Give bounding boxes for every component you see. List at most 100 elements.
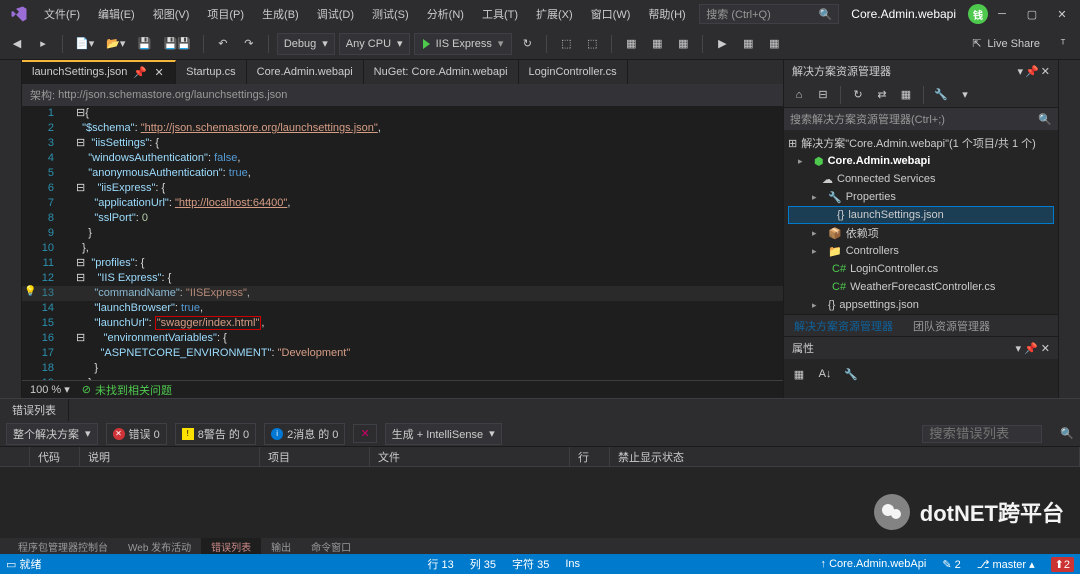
errors-filter[interactable]: ✕错误 0 [106, 423, 167, 445]
properties-node[interactable]: ▸🔧Properties [784, 188, 1058, 206]
project-node[interactable]: ▸⬢Core.Admin.webapi [784, 152, 1058, 170]
minimize-button[interactable]: ─ [988, 2, 1016, 26]
tab-nuget[interactable]: NuGet: Core.Admin.webapi [364, 60, 519, 84]
col-file[interactable]: 文件 [370, 447, 570, 466]
controllers-folder[interactable]: ▸📁Controllers [784, 242, 1058, 260]
pin-icon[interactable]: ▾ 📌 ✕ [1015, 342, 1050, 355]
scope-dropdown[interactable]: 整个解决方案▾ [6, 423, 98, 445]
status-pending[interactable]: ✎ 2 [942, 558, 960, 571]
status-sync[interactable]: ⬆2 [1051, 557, 1074, 572]
col-project[interactable]: 项目 [260, 447, 370, 466]
panel-dropdown-icon[interactable]: ▾ [1018, 65, 1024, 78]
tb-icon-6[interactable]: ▶ [711, 33, 733, 55]
live-share[interactable]: ⇱Live Share [972, 37, 1040, 50]
menu-file[interactable]: 文件(F) [36, 2, 88, 26]
status-publish[interactable]: ↑ Core.Admin.webApi [821, 558, 927, 570]
tb-icon-7[interactable]: ▦ [737, 33, 759, 55]
platform-dropdown[interactable]: Any CPU▾ [339, 33, 410, 55]
menu-analyze[interactable]: 分析(N) [419, 2, 472, 26]
messages-filter[interactable]: i2消息 的 0 [264, 423, 345, 445]
tb-icon-3[interactable]: ▦ [620, 33, 642, 55]
tab-webapi[interactable]: Core.Admin.webapi [247, 60, 364, 84]
col-icon[interactable] [0, 447, 30, 466]
tab-package-console[interactable]: 程序包管理器控制台 [8, 538, 118, 554]
tab-startup[interactable]: Startup.cs [176, 60, 247, 84]
menu-help[interactable]: 帮助(H) [640, 2, 693, 26]
col-code[interactable]: 代码 [30, 447, 80, 466]
tab-team-explorer[interactable]: 团队资源管理器 [903, 315, 1000, 336]
search-icon[interactable]: 🔍 [1060, 427, 1074, 440]
solution-search[interactable]: 搜索解决方案资源管理器(Ctrl+;)🔍 [784, 108, 1058, 130]
col-line[interactable]: 行 [570, 447, 610, 466]
save-button[interactable]: 💾 [133, 33, 155, 55]
col-suppress[interactable]: 禁止显示状态 [610, 447, 1080, 466]
preview-icon[interactable]: ▾ [954, 84, 976, 106]
tab-solution-explorer[interactable]: 解决方案资源管理器 [784, 315, 903, 336]
new-project-button[interactable]: 📄▾ [71, 33, 98, 55]
feedback-button[interactable]: ᵀ [1052, 33, 1074, 55]
lightbulb-icon[interactable]: 💡 [24, 286, 36, 298]
refresh-button[interactable]: ↻ [516, 33, 538, 55]
config-dropdown[interactable]: Debug▾ [277, 33, 335, 55]
tab-error-list[interactable]: 错误列表 [201, 538, 261, 554]
error-search[interactable] [922, 425, 1042, 443]
tab-login[interactable]: LoginController.cs [519, 60, 628, 84]
fold-column[interactable] [62, 106, 76, 380]
solution-node[interactable]: ⊞解决方案"Core.Admin.webapi"(1 个项目/共 1 个) [784, 134, 1058, 152]
appsettings-file[interactable]: ▸{}appsettings.json [784, 296, 1058, 314]
nav-back-button[interactable]: ◀ [6, 33, 28, 55]
props-icon[interactable]: 🔧 [840, 363, 862, 385]
tb-icon-4[interactable]: ▦ [646, 33, 668, 55]
global-search[interactable]: 搜索 (Ctrl+Q) 🔍 [699, 4, 839, 24]
weather-controller-file[interactable]: C#WeatherForecastController.cs [784, 278, 1058, 296]
menu-project[interactable]: 项目(P) [199, 2, 252, 26]
build-filter[interactable]: ✕ [353, 424, 376, 443]
close-button[interactable]: ✕ [1048, 2, 1076, 26]
menu-extensions[interactable]: 扩展(X) [528, 2, 581, 26]
pin-icon[interactable]: 📌 [133, 66, 147, 79]
save-all-button[interactable]: 💾💾 [159, 33, 194, 55]
dependencies-node[interactable]: ▸📦依赖项 [784, 224, 1058, 242]
status-branch[interactable]: ⎇ master ▴ [977, 558, 1035, 571]
no-issues-indicator[interactable]: ⊘未找到相关问题 [82, 382, 172, 398]
nav-forward-button[interactable]: ▸ [32, 33, 54, 55]
code-content[interactable]: ⊟{ "$schema": "http://json.schemastore.o… [76, 106, 783, 380]
run-button[interactable]: IIS Express▾ [414, 33, 513, 55]
properties-icon[interactable]: 🔧 [930, 84, 952, 106]
tb-icon-8[interactable]: ▦ [763, 33, 785, 55]
col-desc[interactable]: 说明 [80, 447, 260, 466]
tb-icon-5[interactable]: ▦ [672, 33, 694, 55]
zoom-dropdown[interactable]: 100 % ▾ [30, 383, 70, 396]
refresh-icon[interactable]: ↻ [847, 84, 869, 106]
tab-launchsettings[interactable]: launchSettings.json📌✕ [22, 60, 176, 84]
collapse-icon[interactable]: ⊟ [812, 84, 834, 106]
menu-window[interactable]: 窗口(W) [583, 2, 639, 26]
connected-services-node[interactable]: ☁Connected Services [784, 170, 1058, 188]
maximize-button[interactable]: ▢ [1018, 2, 1046, 26]
menu-build[interactable]: 生成(B) [254, 2, 307, 26]
menu-test[interactable]: 测试(S) [364, 2, 417, 26]
login-controller-file[interactable]: C#LoginController.cs [784, 260, 1058, 278]
sync-icon[interactable]: ⇄ [871, 84, 893, 106]
tb-icon-1[interactable]: ⬚ [555, 33, 577, 55]
undo-button[interactable]: ↶ [212, 33, 234, 55]
menu-tools[interactable]: 工具(T) [474, 2, 526, 26]
redo-button[interactable]: ↷ [238, 33, 260, 55]
source-dropdown[interactable]: 生成 + IntelliSense▾ [385, 423, 502, 445]
alpha-icon[interactable]: A↓ [814, 363, 836, 385]
menu-edit[interactable]: 编辑(E) [90, 2, 143, 26]
tab-command-window[interactable]: 命令窗口 [301, 538, 361, 554]
pin-icon[interactable]: 📌 [1025, 65, 1039, 78]
categorize-icon[interactable]: ▦ [788, 363, 810, 385]
tb-icon-2[interactable]: ⬚ [581, 33, 603, 55]
open-button[interactable]: 📂▾ [102, 33, 129, 55]
error-list-tab[interactable]: 错误列表 [0, 399, 69, 421]
launchsettings-file[interactable]: {}launchSettings.json [788, 206, 1054, 224]
user-avatar[interactable]: 钱 [968, 4, 988, 24]
showall-icon[interactable]: ▦ [895, 84, 917, 106]
menu-debug[interactable]: 调试(D) [309, 2, 362, 26]
close-icon[interactable]: ✕ [1041, 65, 1050, 78]
code-editor[interactable]: 💡 12345678910111213141516171819202122232… [22, 106, 783, 380]
warnings-filter[interactable]: !8警告 的 0 [175, 423, 256, 445]
tab-output[interactable]: 输出 [261, 538, 301, 554]
